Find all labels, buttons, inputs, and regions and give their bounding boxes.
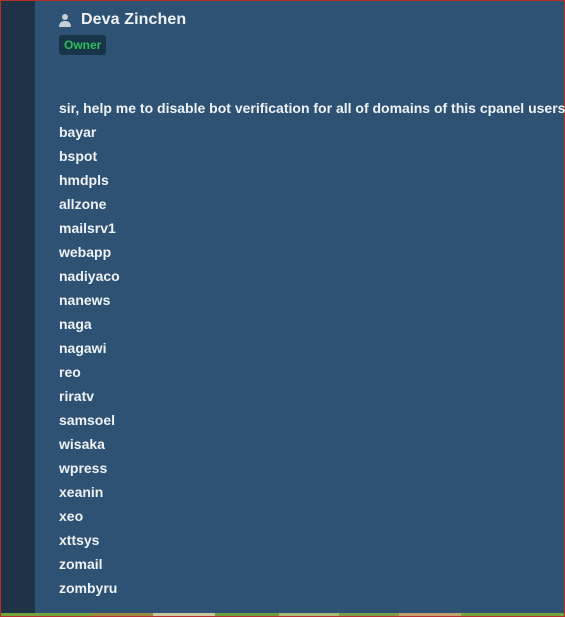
list-item: xttsys <box>59 532 100 548</box>
list-item: bayar <box>59 124 97 140</box>
list-item: wisaka <box>59 436 105 452</box>
list-item: zombyru <box>59 580 118 596</box>
list-item: hmdpls <box>59 172 109 188</box>
left-sidebar <box>1 1 35 614</box>
author-row: Deva Zinchen <box>59 10 186 30</box>
user-icon <box>59 13 71 28</box>
list-item: zomail <box>59 556 103 572</box>
author-name[interactable]: Deva Zinchen <box>81 10 186 30</box>
list-item: xeanin <box>59 484 104 500</box>
list-item: riratv <box>59 388 95 404</box>
list-item: mailsrv1 <box>59 220 116 236</box>
list-item: nanews <box>59 292 111 308</box>
list-item: webapp <box>59 244 112 260</box>
owner-badge: Owner <box>59 35 107 55</box>
cpanel-user-list: bayar bspot hmdpls allzone mailsrv1 weba… <box>59 120 565 600</box>
list-item: nadiyaco <box>59 268 120 284</box>
list-item: xeo <box>59 508 84 524</box>
list-item: bspot <box>59 148 98 164</box>
post-header: Deva Zinchen Owner <box>59 10 186 55</box>
list-item: naga <box>59 316 92 332</box>
message-intro: sir, help me to disable bot verification… <box>59 100 565 116</box>
list-item: samsoel <box>59 412 116 428</box>
list-item: nagawi <box>59 340 107 356</box>
list-item: wpress <box>59 460 108 476</box>
bottom-status-strip <box>1 613 564 616</box>
post-message: sir, help me to disable bot verification… <box>59 96 565 600</box>
post-container: Deva Zinchen Owner sir, help me to disab… <box>35 1 565 613</box>
list-item: reo <box>59 364 81 380</box>
list-item: allzone <box>59 196 107 212</box>
